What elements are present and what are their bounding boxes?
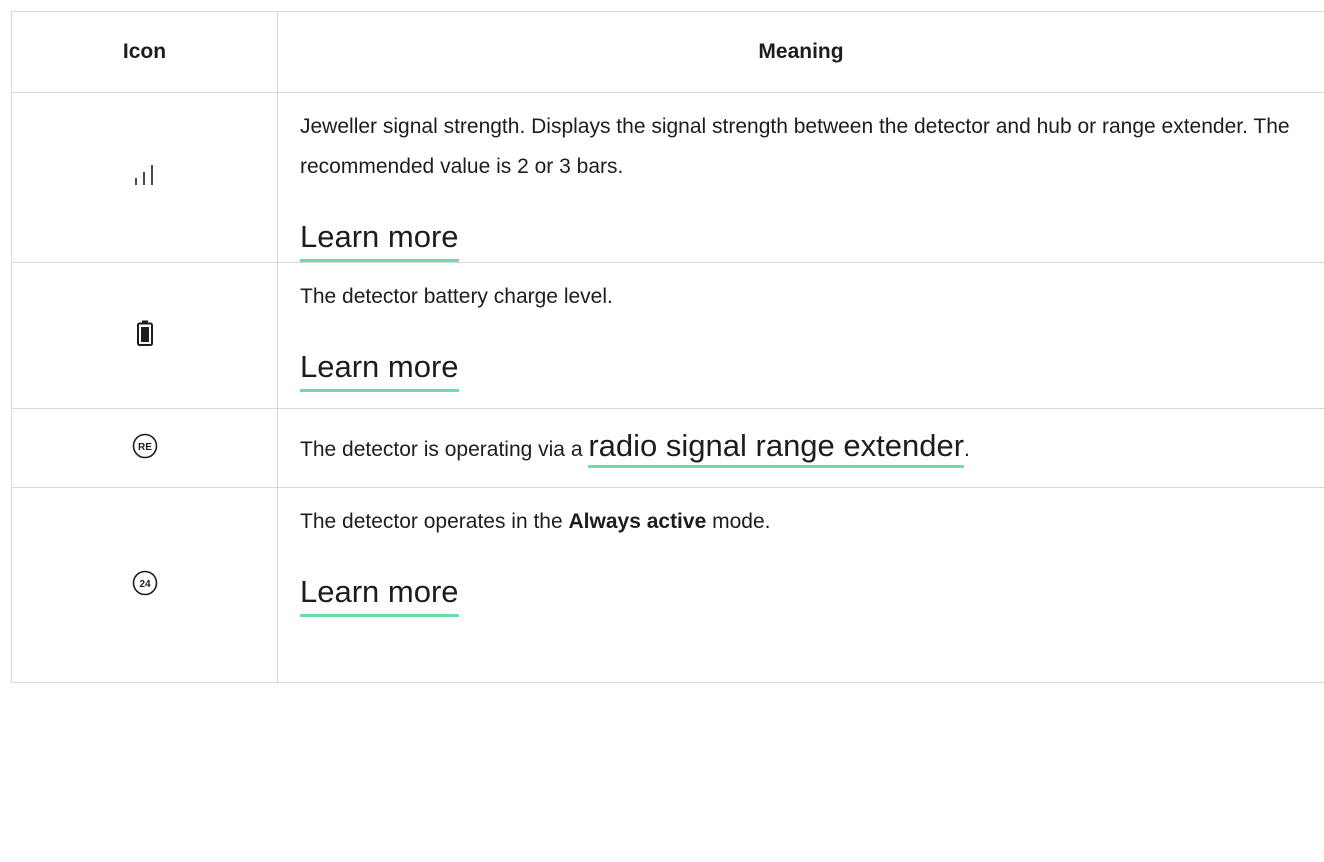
meaning-cell: The detector operates in the Always acti…: [277, 487, 1324, 683]
learn-more-link[interactable]: Learn more: [300, 217, 459, 262]
table-row: 24 The detector operates in the Always a…: [11, 487, 1324, 683]
meaning-cell: The detector is operating via a radio si…: [277, 408, 1324, 488]
row-description: The detector battery charge level.: [300, 285, 613, 308]
always-active-icon: 24: [132, 570, 158, 596]
always-active-icon-label: 24: [139, 579, 151, 590]
table-row: Jeweller signal strength. Displays the s…: [11, 92, 1324, 263]
icon-cell: RE: [11, 408, 278, 488]
row-description-start: The detector operates in the: [300, 510, 569, 533]
always-active-mode-label: Always active: [568, 510, 707, 533]
meaning-cell: The detector battery charge level. Learn…: [277, 262, 1324, 409]
row-description: Jeweller signal strength. Displays the s…: [300, 115, 1290, 178]
range-extender-link[interactable]: radio signal range extender: [588, 428, 965, 468]
icon-cell: [11, 262, 278, 409]
battery-icon: [136, 320, 153, 346]
icons-table: Icon Meaning Jeweller signal strength. D…: [11, 11, 1324, 683]
row-description: The detector is operating via a: [300, 438, 589, 461]
range-extender-icon: RE: [132, 433, 158, 459]
meaning-cell: Jeweller signal strength. Displays the s…: [277, 92, 1324, 263]
icon-cell: 24: [11, 487, 278, 683]
learn-more-link[interactable]: Learn more: [300, 347, 459, 392]
table-header-row: Icon Meaning: [11, 11, 1324, 93]
learn-more-link[interactable]: Learn more: [300, 572, 459, 617]
table-row: The detector battery charge level. Learn…: [11, 262, 1324, 409]
icon-cell: [11, 92, 278, 263]
table-row: RE The detector is operating via a radio…: [11, 408, 1324, 488]
row-description-end: .: [964, 438, 970, 461]
signal-strength-icon: [133, 163, 157, 187]
range-extender-icon-label: RE: [138, 442, 152, 453]
row-description: The detector operates in the Always acti…: [300, 502, 1308, 542]
header-meaning: Meaning: [277, 11, 1324, 93]
row-description-end: mode.: [706, 510, 771, 533]
header-icon: Icon: [11, 11, 278, 93]
